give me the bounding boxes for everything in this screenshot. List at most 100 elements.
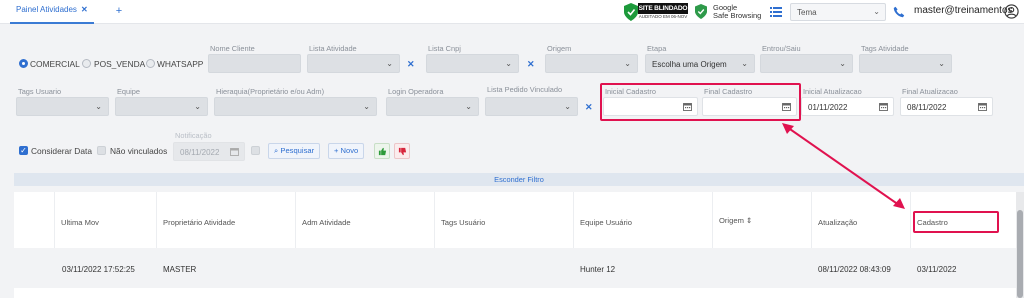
lista-pedido-label: Lista Pedido Vinculado [487,85,563,94]
chevron-down-icon: ⌄ [873,7,880,16]
tab-painel-atividades[interactable]: Painel Atividades ✕ [10,0,94,24]
clear-lista-pedido-icon[interactable]: ✕ [585,102,593,113]
table-header-ultima-mov[interactable]: Ultima Mov [55,192,157,248]
etapa-value: Escolha uma Origem [652,60,727,69]
cell-cadastro: 03/11/2022 [917,265,957,274]
thumb-down-button[interactable] [394,143,410,159]
login-operadora-label: Login Operadora [388,87,444,96]
etapa-label: Etapa [647,44,667,53]
google-safe-browsing-badge: Google Safe Browsing [695,3,765,21]
final-atualizacao-input[interactable]: 08/11/2022 [900,97,993,116]
user-name[interactable]: master@treinamentos [914,5,1013,16]
calendar-icon [230,148,239,156]
chevron-down-icon: ⌄ [465,102,472,111]
phone-icon[interactable] [893,6,905,18]
login-operadora-select[interactable]: ⌄ [386,97,479,116]
hierarquia-label: Hieraquia(Proprietário e/ou Adm) [216,87,325,96]
chevron-down-icon: ⌄ [564,102,571,111]
site-blindado-sub: AUDITADO EM 06-NOV [638,14,688,19]
nome-cliente-input[interactable] [208,54,301,73]
clear-lista-atividade-icon[interactable]: ✕ [407,59,415,70]
google-shield-icon [695,4,707,19]
shield-icon [624,3,638,21]
chevron-down-icon: ⌄ [363,102,370,111]
user-avatar-icon[interactable] [1004,4,1019,19]
table-row[interactable] [14,288,1016,298]
origem-header-label: Origem [719,216,744,225]
site-blindado-label: SITE BLINDADO [638,3,688,14]
considerar-data-checkbox[interactable]: ✓ [19,146,28,155]
thumb-up-button[interactable] [374,143,390,159]
final-atualizacao-label: Final Atualizacao [902,87,958,96]
lista-atividade-label: Lista Atividade [309,44,357,53]
origem-select[interactable]: ⌄ [545,54,638,73]
pesquisar-label: Pesquisar [280,146,315,155]
notificacao-checkbox[interactable] [251,146,260,155]
table-header-select [14,192,55,248]
cell-atualizacao: 08/11/2022 08:43:09 [818,265,891,274]
lista-cnpj-label: Lista Cnpj [428,44,461,53]
table-header-tags[interactable]: Tags Usuário [435,192,574,248]
nao-vinculados-checkbox[interactable] [97,146,106,155]
table-header-proprietario[interactable]: Proprietário Atividade [157,192,296,248]
radio-whatsapp[interactable] [146,59,155,68]
list-icon[interactable] [770,6,782,18]
table-header-equipe[interactable]: Equipe Usuário [574,192,713,248]
novo-label: Novo [340,146,359,155]
annotation-arrow [782,123,905,209]
notificacao-input: 08/11/2022 [173,142,245,161]
final-atualizacao-value: 08/11/2022 [907,103,947,112]
tags-usuario-select[interactable]: ⌄ [16,97,109,116]
safe-browsing-label: Safe Browsing [713,11,762,20]
chevron-down-icon: ⌄ [386,59,393,68]
lista-atividade-select[interactable]: ⌄ [307,54,400,73]
cell-proprietario: MASTER [163,265,197,274]
chevron-down-icon: ⌄ [624,59,631,68]
clear-lista-cnpj-icon[interactable]: ✕ [527,59,535,70]
lista-pedido-select[interactable]: ⌄ [485,97,578,116]
radio-label-comercial: COMERCIAL [30,59,80,69]
radio-label-whatsapp: WHATSAPP [157,59,204,69]
chevron-down-icon: ⌄ [194,102,201,111]
nome-cliente-label: Nome Cliente [210,44,255,53]
table-header-adm[interactable]: Adm Atividade [296,192,435,248]
tema-value: Tema [797,8,817,17]
chevron-down-icon: ⌄ [741,59,748,68]
thumb-down-icon [398,147,406,156]
close-tab-icon[interactable]: ✕ [81,5,88,14]
pesquisar-button[interactable]: ⌕ Pesquisar [268,143,321,159]
tags-atividade-select[interactable]: ⌄ [859,54,952,73]
tags-usuario-label: Tags Usuario [18,87,62,96]
lista-cnpj-select[interactable]: ⌄ [426,54,519,73]
inicial-atualizacao-input[interactable]: 01/11/2022 [801,97,894,116]
thumb-up-icon [378,147,386,156]
chevron-down-icon: ⌄ [505,59,512,68]
inicial-atualizacao-label: Inicial Atualizacao [803,87,862,96]
etapa-select[interactable]: Escolha uma Origem ⌄ [645,54,755,73]
chevron-down-icon: ⌄ [938,59,945,68]
radio-comercial[interactable] [19,59,28,68]
equipe-select[interactable]: ⌄ [115,97,208,116]
table-row[interactable]: 03/11/2022 17:52:25 MASTER Hunter 12 08/… [14,248,1016,288]
tema-select[interactable]: Tema ⌄ [790,3,886,21]
novo-button[interactable]: + Novo [328,143,365,159]
site-blindado-badge: SITE BLINDADO AUDITADO EM 06-NOV [624,3,688,21]
entrou-saiu-select[interactable]: ⌄ [760,54,853,73]
inicial-atualizacao-value: 01/11/2022 [808,103,848,112]
equipe-label: Equipe [117,87,141,96]
hierarquia-select[interactable]: ⌄ [214,97,377,116]
nao-vinculados-label: Não vinculados [110,146,168,156]
sort-icon[interactable]: ⇕ [746,216,752,225]
chevron-down-icon: ⌄ [95,102,102,111]
cadastro-column-highlight [913,211,999,233]
notificacao-label: Notificação [175,131,212,140]
add-tab-button[interactable]: + [112,5,126,19]
radio-pos-venda[interactable] [82,59,91,68]
considerar-data-label: Considerar Data [31,146,92,156]
chevron-down-icon: ⌄ [839,59,846,68]
scrollbar-thumb[interactable] [1017,210,1023,298]
calendar-icon[interactable] [978,102,987,111]
calendar-icon[interactable] [879,102,888,111]
notificacao-value: 08/11/2022 [180,148,220,157]
entrou-saiu-label: Entrou/Saiu [762,44,801,53]
